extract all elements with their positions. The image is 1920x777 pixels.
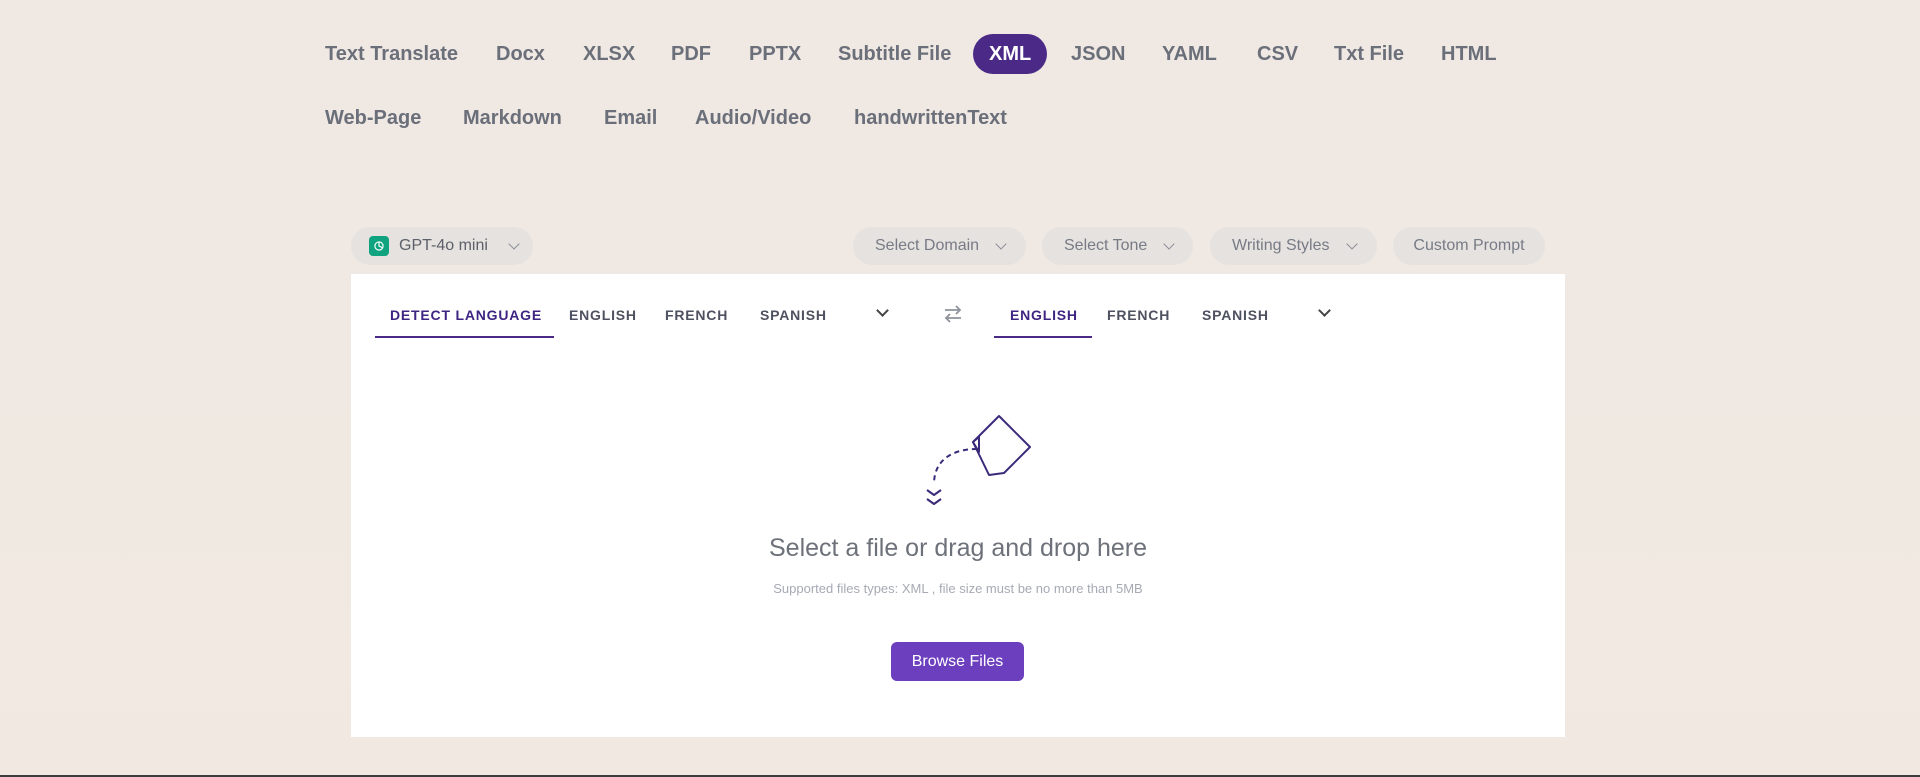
- source-lang-french[interactable]: FRENCH: [665, 295, 728, 335]
- writing-styles-dropdown[interactable]: Writing Styles: [1210, 227, 1377, 265]
- swap-arrows-icon[interactable]: [941, 302, 965, 326]
- tab-text-translate[interactable]: Text Translate: [325, 34, 458, 74]
- target-lang-spanish[interactable]: SPANISH: [1202, 295, 1269, 335]
- translation-panel: DETECT LANGUAGE ENGLISH FRENCH SPANISH E…: [351, 274, 1565, 737]
- tab-subtitle-file[interactable]: Subtitle File: [838, 34, 951, 74]
- tab-csv[interactable]: CSV: [1257, 34, 1298, 74]
- target-lang-more-chevron-down-icon[interactable]: [1318, 304, 1331, 317]
- source-lang-english[interactable]: ENGLISH: [569, 295, 637, 335]
- tab-xlsx[interactable]: XLSX: [583, 34, 635, 74]
- tab-email[interactable]: Email: [604, 98, 657, 138]
- tab-txt-file[interactable]: Txt File: [1334, 34, 1404, 74]
- source-lang-more-chevron-down-icon[interactable]: [876, 304, 889, 317]
- chevron-down-icon: [1345, 238, 1358, 250]
- source-lang-detect[interactable]: DETECT LANGUAGE: [390, 295, 542, 335]
- chevron-down-icon: [508, 238, 520, 250]
- source-lang-underline: [375, 336, 554, 338]
- target-lang-english[interactable]: ENGLISH: [1010, 295, 1078, 335]
- chevron-down-icon: [1163, 238, 1175, 250]
- tab-audio-video[interactable]: Audio/Video: [695, 98, 811, 138]
- target-lang-underline: [994, 336, 1092, 338]
- openai-icon: [369, 236, 389, 256]
- tab-json[interactable]: JSON: [1071, 34, 1125, 74]
- chevron-down-icon: [995, 238, 1007, 250]
- custom-prompt-label: Custom Prompt: [1413, 237, 1525, 254]
- tab-pptx[interactable]: PPTX: [749, 34, 801, 74]
- tab-handwritten-text[interactable]: handwrittenText: [854, 98, 1007, 138]
- dropzone-subtitle: Supported files types: XML , file size m…: [773, 581, 1143, 596]
- dropzone-title: Select a file or drag and drop here: [768, 534, 1147, 562]
- select-tone-dropdown[interactable]: Select Tone: [1042, 227, 1193, 265]
- model-select[interactable]: GPT-4o mini: [351, 227, 533, 265]
- source-lang-spanish[interactable]: SPANISH: [760, 295, 827, 335]
- tab-yaml[interactable]: YAML: [1162, 34, 1217, 74]
- target-lang-french[interactable]: FRENCH: [1107, 295, 1170, 335]
- tab-html[interactable]: HTML: [1441, 34, 1497, 74]
- tab-xml[interactable]: XML: [973, 34, 1048, 74]
- select-domain-dropdown[interactable]: Select Domain: [853, 227, 1026, 265]
- tab-web-page[interactable]: Web-Page: [325, 98, 421, 138]
- writing-styles-label: Writing Styles: [1232, 237, 1330, 254]
- select-domain-label: Select Domain: [875, 237, 980, 254]
- tab-docx[interactable]: Docx: [496, 34, 545, 74]
- tab-markdown[interactable]: Markdown: [463, 98, 562, 138]
- select-tone-label: Select Tone: [1064, 237, 1148, 254]
- file-pour-icon: [926, 415, 1031, 505]
- tab-pdf[interactable]: PDF: [671, 34, 711, 74]
- model-label: GPT-4o mini: [399, 237, 488, 254]
- browse-files-button[interactable]: Browse Files: [891, 642, 1024, 681]
- custom-prompt-button[interactable]: Custom Prompt: [1393, 227, 1545, 265]
